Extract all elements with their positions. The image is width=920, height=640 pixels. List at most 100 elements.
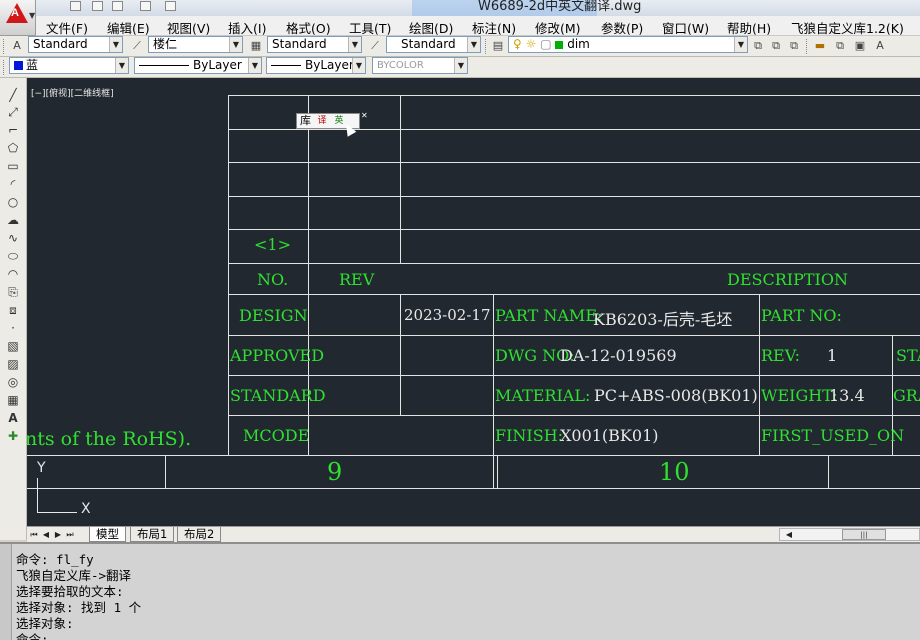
tab-layout1[interactable]: 布局1 (130, 527, 175, 542)
quick-select-icon[interactable]: ▣ (852, 38, 868, 54)
polygon-icon[interactable]: ⬠ (5, 141, 21, 155)
chevron-down-icon: ▼ (229, 37, 242, 52)
arc-icon[interactable]: ◜ (5, 177, 21, 191)
menu-custom-library[interactable]: 飞狼自定义库1.2(K) (791, 18, 904, 37)
row-approved: APPROVED (230, 346, 325, 365)
layer-select[interactable]: ♀ ☼ ▢ dim ▼ (508, 36, 748, 53)
ellipse-arc-icon[interactable]: ◠ (5, 267, 21, 281)
dim-style-icon[interactable]: ⟋ (129, 38, 145, 54)
layer-properties-icon[interactable]: ▤ (490, 38, 506, 54)
line-icon[interactable]: ╱ (5, 88, 21, 102)
ellipse-icon[interactable]: ⬭ (5, 249, 21, 263)
horizontal-scrollbar[interactable]: ◀ ||| (779, 528, 920, 541)
color-select[interactable]: 蓝 ▼ (9, 57, 129, 74)
table-line (228, 162, 920, 163)
menu-window[interactable]: 窗口(W) (662, 18, 709, 37)
region-icon[interactable]: ◎ (5, 375, 21, 389)
menu-draw[interactable]: 绘图(D) (409, 18, 453, 37)
layout-tabs-bar: ⏮ ◀ ▶ ⏭ 模型 布局1 布局2 ◀ ||| (27, 526, 920, 542)
new-file-icon[interactable] (70, 1, 81, 11)
menu-format[interactable]: 格式(O) (286, 18, 331, 37)
menu-view[interactable]: 视图(V) (167, 18, 210, 37)
plot-icon[interactable] (140, 1, 151, 11)
translate-cn-icon[interactable]: 译 (316, 115, 328, 128)
construction-line-icon[interactable]: ⤢ (5, 105, 21, 119)
menu-file[interactable]: 文件(F) (46, 18, 88, 37)
add-selected-icon[interactable]: ✚ (5, 429, 21, 443)
properties-icon[interactable]: ▬ (812, 38, 828, 54)
layer-previous-icon[interactable]: ⧉ (768, 38, 784, 54)
make-block-icon[interactable]: ⧈ (5, 303, 21, 317)
save-icon[interactable] (112, 1, 123, 11)
linetype-sample (139, 65, 189, 66)
table-icon[interactable]: ▦ (5, 393, 21, 407)
table-style-select[interactable]: Standard ▼ (267, 36, 362, 53)
multileader-style-select[interactable]: Standard ▼ (386, 36, 481, 53)
linetype-select[interactable]: ByLayer ▼ (134, 57, 262, 74)
circle-icon[interactable]: ○ (5, 195, 21, 209)
multileader-style-icon[interactable]: ⟋ (367, 38, 383, 54)
menu-dimension[interactable]: 标注(N) (472, 18, 516, 37)
multiline-text-icon[interactable]: A (5, 411, 21, 425)
first-tab-icon[interactable]: ⏮ (29, 529, 39, 540)
last-tab-icon[interactable]: ⏭ (65, 529, 75, 540)
application-menu-button[interactable]: A ▼ (0, 0, 36, 36)
toolbar-grip[interactable] (3, 60, 6, 75)
tab-model[interactable]: 模型 (89, 527, 126, 542)
table-line (27, 455, 920, 456)
close-icon[interactable]: ✕ (361, 112, 369, 120)
menu-modify[interactable]: 修改(M) (535, 18, 581, 37)
hatch-icon[interactable]: ▧ (5, 339, 21, 353)
undo-icon[interactable] (165, 1, 176, 11)
ucs-y-label: Y (37, 460, 46, 476)
table-style-icon[interactable]: ▦ (248, 38, 264, 54)
table-line (27, 488, 920, 489)
prev-tab-icon[interactable]: ◀ (41, 529, 51, 540)
status-label-clipped: STA (896, 346, 920, 365)
text-style-value: Standard (33, 37, 88, 51)
rev-value: 1 (827, 346, 838, 365)
menu-insert[interactable]: 插入(I) (228, 18, 266, 37)
scroll-left-icon[interactable]: ◀ (784, 529, 794, 540)
open-file-icon[interactable] (92, 1, 103, 11)
properties-toolbar: 蓝 ▼ ByLayer ▼ ByLayer ▼ BYCOLOR ▼ (0, 57, 920, 78)
text-style-select[interactable]: Standard ▼ (28, 36, 123, 53)
make-current-layer-icon[interactable]: ⧉ (750, 38, 766, 54)
finish-label: FINISH: (495, 426, 564, 445)
rectangle-icon[interactable]: ▭ (5, 159, 21, 173)
dim-style-select[interactable]: 楼仁 ▼ (148, 36, 243, 53)
revision-cloud-icon[interactable]: ☁ (5, 213, 21, 227)
copy-properties-icon[interactable]: ⧉ (832, 38, 848, 54)
gradient-icon[interactable]: ▨ (5, 357, 21, 371)
next-tab-icon[interactable]: ▶ (53, 529, 63, 540)
table-line (759, 294, 760, 455)
insert-block-icon[interactable]: ⎘ (5, 285, 21, 299)
command-window-edge[interactable] (0, 544, 12, 640)
toolbar-grip[interactable] (485, 39, 488, 54)
command-window[interactable]: 命令: fl_fy 飞狼自定义库->翻译 选择要拾取的文本: 选择对象: 找到 … (0, 542, 920, 640)
table-line (308, 95, 309, 415)
table-line (228, 95, 920, 96)
polyline-icon[interactable]: ⌐ (5, 123, 21, 137)
text-edit-icon[interactable]: A (872, 38, 888, 54)
tab-layout2[interactable]: 布局2 (177, 527, 222, 542)
grid-label-9: 9 (327, 458, 343, 486)
viewport-controls[interactable]: [−][俯视][二维线框] (31, 86, 114, 99)
command-prompt[interactable]: 命令: (16, 629, 49, 640)
lineweight-select[interactable]: ByLayer ▼ (266, 57, 366, 74)
toolbar-grip[interactable] (3, 39, 6, 54)
chevron-down-icon: ▼ (115, 58, 128, 73)
toolbar-grip[interactable] (806, 39, 809, 54)
menu-edit[interactable]: 编辑(E) (107, 18, 150, 37)
point-icon[interactable]: · (5, 321, 21, 335)
text-style-icon[interactable]: A (9, 38, 25, 54)
menu-help[interactable]: 帮助(H) (727, 18, 771, 37)
menu-tools[interactable]: 工具(T) (349, 18, 391, 37)
spline-icon[interactable]: ∿ (5, 231, 21, 245)
drawing-canvas[interactable]: [−][俯视][二维线框] <1> NO. REV DESCRIPTION DE… (27, 78, 920, 526)
table-line (228, 294, 920, 295)
menu-bar: 文件(F) 编辑(E) 视图(V) 插入(I) 格式(O) 工具(T) 绘图(D… (36, 16, 920, 36)
menu-parametric[interactable]: 参数(P) (601, 18, 643, 37)
layer-state-icon[interactable]: ⧉ (786, 38, 802, 54)
scrollbar-thumb[interactable]: ||| (842, 529, 886, 540)
